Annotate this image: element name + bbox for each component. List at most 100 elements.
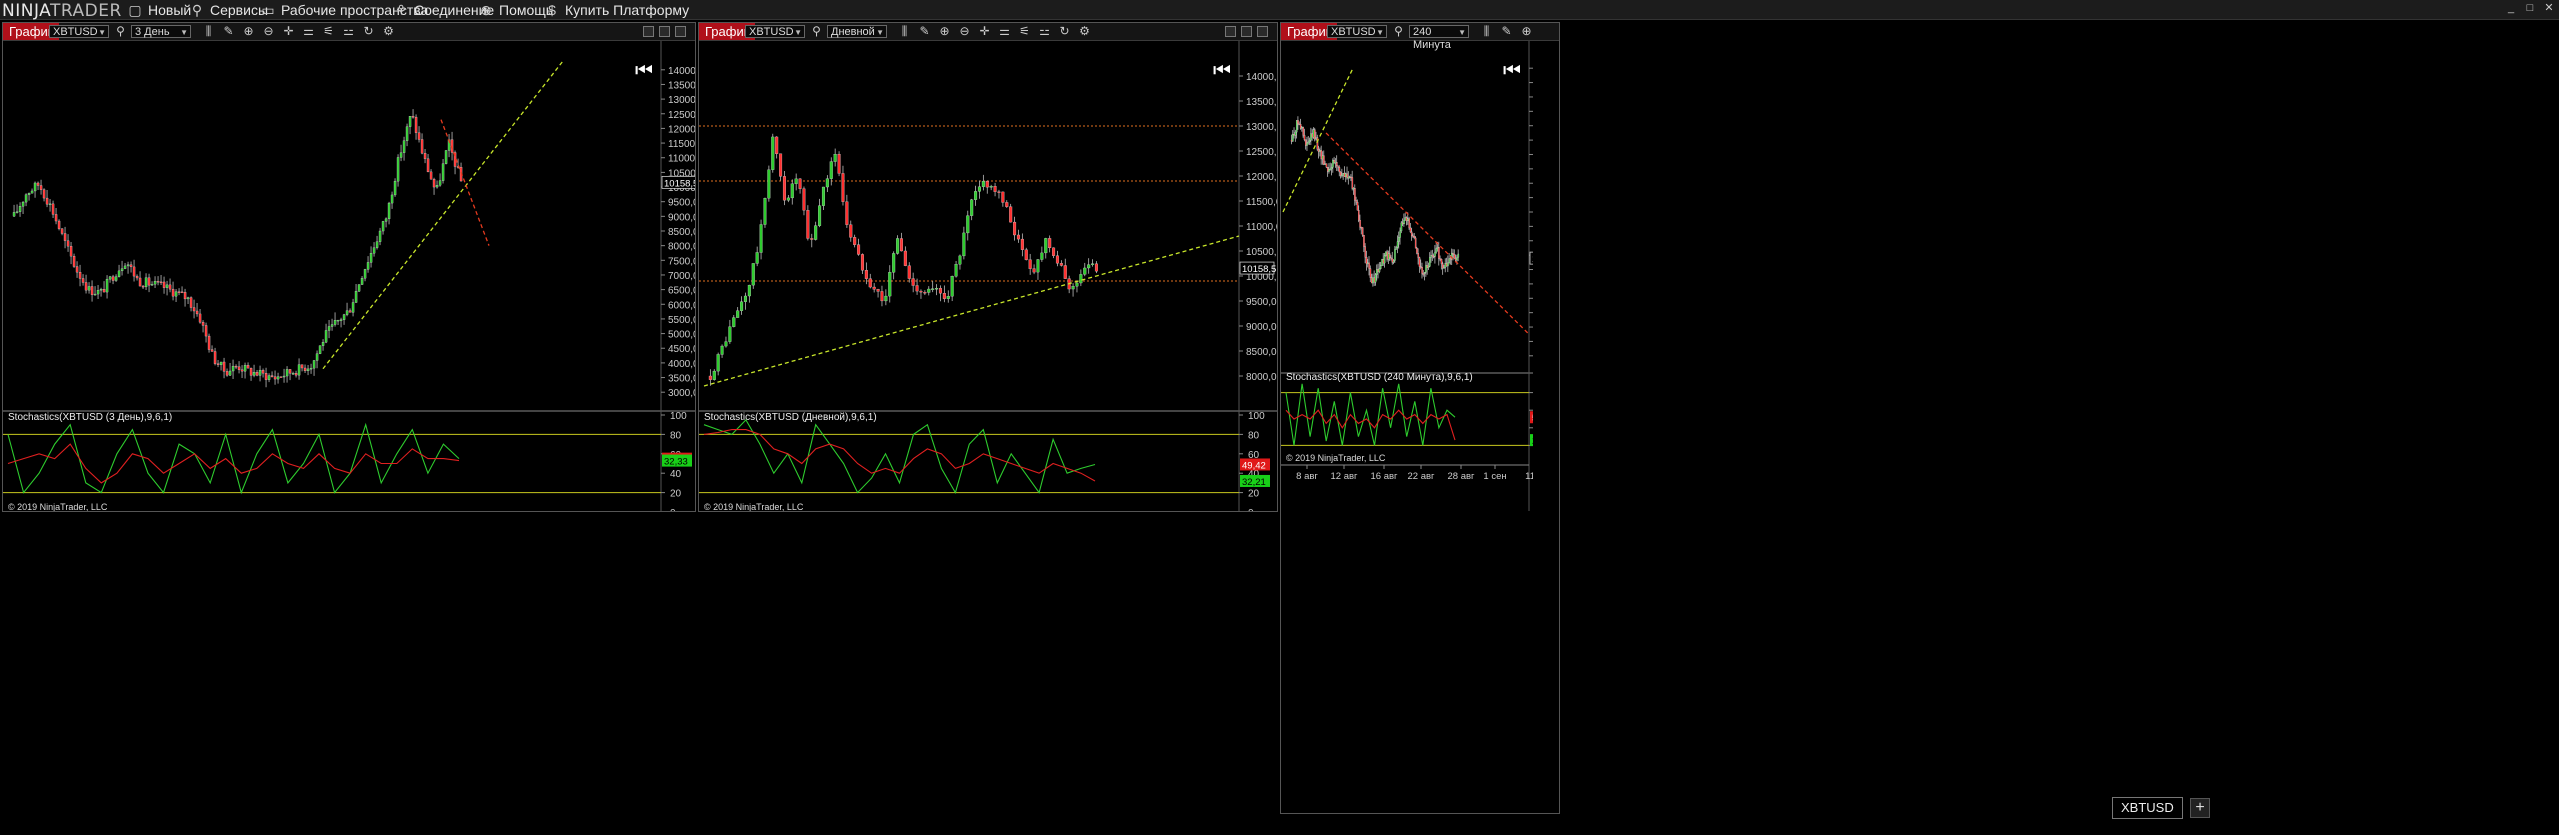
maximize-panel-icon[interactable] bbox=[1241, 26, 1252, 37]
crosshair-icon[interactable]: ✛ bbox=[977, 24, 992, 39]
search-icon[interactable]: ⚲ bbox=[809, 24, 824, 39]
menu-help[interactable]: ⊕ Помощь bbox=[479, 2, 553, 19]
strategies-icon[interactable]: ⚟ bbox=[1017, 24, 1032, 39]
candle bbox=[147, 273, 151, 293]
candle bbox=[1394, 245, 1396, 263]
candle bbox=[78, 264, 82, 287]
candle bbox=[1032, 264, 1036, 275]
candle bbox=[720, 344, 724, 358]
candle bbox=[1350, 174, 1352, 182]
candle bbox=[1009, 203, 1013, 223]
candle bbox=[180, 286, 184, 294]
candle bbox=[264, 367, 268, 388]
trend-line-up[interactable] bbox=[703, 235, 1240, 387]
candle bbox=[234, 364, 238, 370]
menu-tools[interactable]: ⚲ Сервисы bbox=[190, 2, 268, 19]
tab-xbtusd[interactable]: XBTUSD bbox=[2112, 797, 2183, 819]
zoom-in-icon[interactable]: ⊕ bbox=[937, 24, 952, 39]
candle bbox=[1338, 165, 1341, 177]
instrument-selector[interactable]: XBTUSD ▼ bbox=[1327, 25, 1387, 38]
instrument-selector[interactable]: XBTUSD ▼ bbox=[49, 25, 109, 38]
candle bbox=[255, 370, 259, 377]
zoom-in-icon[interactable]: ⊕ bbox=[1519, 24, 1534, 39]
templates-icon[interactable]: ⚍ bbox=[1037, 24, 1052, 39]
properties-icon[interactable]: ⚙ bbox=[1077, 24, 1092, 39]
draw-pencil-icon[interactable]: ✎ bbox=[221, 24, 236, 39]
candle bbox=[219, 361, 223, 371]
interval-selector[interactable]: Дневной ▼ bbox=[827, 25, 887, 38]
candle bbox=[1412, 233, 1414, 238]
close-panel-icon[interactable] bbox=[1257, 26, 1268, 37]
scroll-to-end-icon[interactable]: ⏮ bbox=[1213, 60, 1231, 82]
candle bbox=[1356, 199, 1359, 211]
minimize-button[interactable]: _ bbox=[2505, 2, 2517, 14]
properties-icon[interactable]: ⚙ bbox=[381, 24, 396, 39]
candle bbox=[1369, 265, 1372, 283]
candle bbox=[1395, 245, 1398, 250]
candle bbox=[1016, 229, 1020, 243]
layout-icon[interactable] bbox=[1225, 26, 1236, 37]
bar-type-icon[interactable]: ⫼ bbox=[201, 24, 216, 39]
interval-selector[interactable]: 3 День ▼ bbox=[131, 25, 191, 38]
zoom-in-icon[interactable]: ⊕ bbox=[241, 24, 256, 39]
add-tab-button[interactable]: + bbox=[2190, 798, 2210, 818]
indicators-icon[interactable]: ⚌ bbox=[997, 24, 1012, 39]
candle bbox=[825, 175, 829, 193]
bar-type-icon[interactable]: ⫼ bbox=[897, 24, 912, 39]
candle bbox=[1292, 130, 1294, 142]
candle bbox=[192, 299, 196, 319]
trend-line-up[interactable] bbox=[322, 60, 564, 370]
templates-icon[interactable]: ⚍ bbox=[341, 24, 356, 39]
candle bbox=[426, 154, 430, 173]
candle bbox=[1378, 262, 1381, 274]
draw-pencil-icon[interactable]: ✎ bbox=[1499, 24, 1514, 39]
price-tick-label: 12000,0 bbox=[1246, 172, 1277, 183]
candle bbox=[1399, 227, 1401, 245]
refresh-icon[interactable]: ↻ bbox=[1057, 24, 1072, 39]
svg-text:26,27: 26,27 bbox=[1532, 436, 1533, 447]
price-tick-label: 7500,0 bbox=[668, 256, 695, 267]
maximize-button[interactable]: □ bbox=[2524, 2, 2536, 14]
candle bbox=[857, 238, 861, 256]
instrument-value: XBTUSD bbox=[1331, 26, 1376, 38]
scroll-to-end-icon[interactable]: ⏮ bbox=[1503, 60, 1521, 82]
maximize-panel-icon[interactable] bbox=[659, 26, 670, 37]
candle bbox=[177, 288, 181, 296]
chevron-down-icon: ▼ bbox=[1458, 28, 1466, 37]
candle bbox=[884, 289, 888, 306]
crosshair-icon[interactable]: ✛ bbox=[281, 24, 296, 39]
candle bbox=[333, 312, 337, 327]
trend-line-down[interactable] bbox=[440, 119, 490, 246]
chart-canvas[interactable]: 14000,0 13500,0 13000,0 12500,0 12000,0 11500… bbox=[3, 41, 695, 511]
indicators-icon[interactable]: ⚌ bbox=[301, 24, 316, 39]
trend-line-down[interactable] bbox=[1325, 132, 1530, 335]
candle bbox=[429, 169, 433, 180]
scroll-to-end-icon[interactable]: ⏮ bbox=[635, 60, 653, 82]
zoom-out-icon[interactable]: ⊖ bbox=[261, 24, 276, 39]
chart-canvas[interactable]: 14000,0 13500,0 13000,0 12500,0 12000,0 11500… bbox=[699, 41, 1277, 511]
close-button[interactable]: ✕ bbox=[2543, 2, 2555, 14]
chart-canvas[interactable]: 12800,012600,012400,012200,012000,011800… bbox=[1281, 41, 1533, 511]
layout-icon[interactable] bbox=[643, 26, 654, 37]
draw-pencil-icon[interactable]: ✎ bbox=[917, 24, 932, 39]
search-icon[interactable]: ⚲ bbox=[1391, 24, 1406, 39]
menu-new[interactable]: ▢ Новый bbox=[128, 2, 191, 19]
time-tick-label: 22 авг bbox=[1407, 471, 1435, 482]
close-panel-icon[interactable] bbox=[675, 26, 686, 37]
strategies-icon[interactable]: ⚟ bbox=[321, 24, 336, 39]
candle bbox=[1094, 261, 1098, 274]
candle bbox=[411, 109, 415, 119]
search-icon[interactable]: ⚲ bbox=[113, 24, 128, 39]
candle bbox=[1368, 256, 1370, 276]
candle bbox=[993, 182, 997, 197]
candle bbox=[339, 317, 343, 328]
interval-selector[interactable]: 240 Минута ▼ bbox=[1409, 25, 1469, 51]
bar-type-icon[interactable]: ⫼ bbox=[1479, 24, 1494, 39]
refresh-icon[interactable]: ↻ bbox=[361, 24, 376, 39]
menu-buy-platform[interactable]: $ Купить Платформу bbox=[545, 2, 689, 18]
candle bbox=[919, 289, 923, 299]
candle bbox=[144, 273, 148, 291]
zoom-out-icon[interactable]: ⊖ bbox=[957, 24, 972, 39]
connection-icon: ⚘ bbox=[394, 2, 408, 18]
instrument-selector[interactable]: XBTUSD ▼ bbox=[745, 25, 805, 38]
